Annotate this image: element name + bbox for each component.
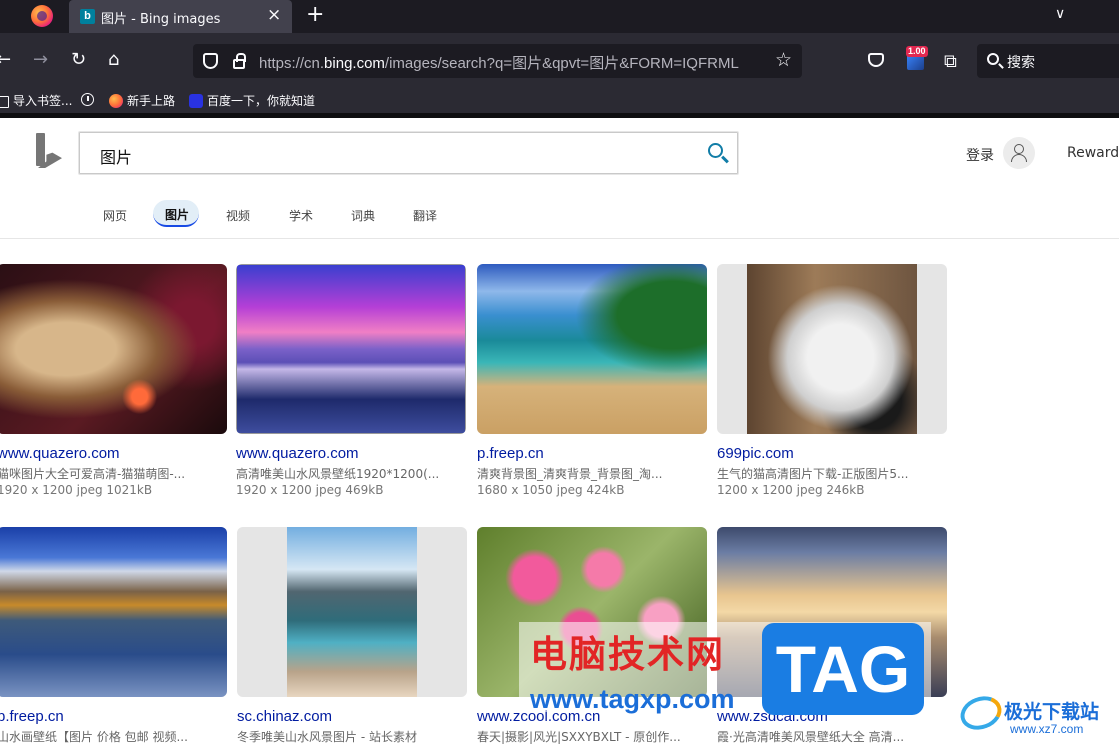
import-icon [0, 96, 9, 108]
result-desc[interactable]: 冬季唯美山水风景图片 - 站长素材 [237, 728, 467, 745]
result-desc[interactable]: 山水画壁纸【图片 价格 包邮 视频... [0, 728, 227, 745]
result-thumbnail[interactable] [237, 527, 467, 697]
new-tab-icon[interactable]: + [306, 2, 324, 28]
search-placeholder: 搜索 [1007, 55, 1035, 71]
tab-title: 图片 - Bing images [101, 12, 221, 27]
extension-badge: 1.00 [906, 46, 928, 57]
watermark-xz7-text: 极光下载站 [1004, 701, 1100, 723]
result-site[interactable]: p.freep.cn [477, 445, 544, 462]
tracking-shield-icon[interactable] [203, 53, 218, 69]
result-thumbnail[interactable] [0, 527, 227, 697]
scope-web[interactable]: 网页 [103, 207, 127, 224]
browser-search-input[interactable]: 搜索 [977, 44, 1119, 78]
reload-icon[interactable]: ↻ [71, 50, 86, 70]
bookmark-recent[interactable] [81, 92, 98, 106]
bookmark-import[interactable]: 导入书签... [0, 92, 72, 109]
watermark-url: www.tagxp.com [530, 684, 735, 714]
result-thumbnail[interactable] [477, 264, 707, 434]
url-text[interactable]: https://cn.bing.com/images/search?q=图片&q… [259, 52, 739, 73]
scope-translate[interactable]: 翻译 [413, 207, 437, 224]
avatar[interactable] [1003, 137, 1035, 169]
extensions-puzzle-icon[interactable]: ⧉ [944, 51, 957, 72]
result-site[interactable]: www.quazero.com [236, 445, 359, 462]
star-icon[interactable]: ☆ [775, 49, 792, 71]
result-thumbnail[interactable] [717, 264, 947, 434]
tab-close-icon[interactable]: × [267, 5, 281, 25]
result-site[interactable]: www.quazero.com [0, 445, 120, 462]
scope-video[interactable]: 视频 [226, 207, 250, 224]
bing-favicon-icon: b [80, 9, 95, 24]
clock-icon [81, 93, 94, 106]
bing-logo-icon[interactable] [36, 133, 64, 171]
result-thumbnail[interactable] [236, 264, 466, 434]
query-text: 图片 [100, 148, 133, 167]
query-input[interactable]: 图片 [79, 132, 738, 174]
result-site[interactable]: p.freep.cn [0, 708, 64, 725]
tab-bar: b 图片 - Bing images × + ∨ [0, 0, 1119, 33]
home-icon[interactable]: ⌂ [108, 50, 119, 70]
firefox-small-icon [109, 94, 123, 108]
result-desc[interactable]: 猫咪图片大全可爱高清-猫猫萌图-... [0, 465, 227, 482]
result-desc[interactable]: 清爽背景图_清爽背景_背景图_淘... [477, 465, 707, 482]
result-site[interactable]: 699pic.com [717, 445, 794, 462]
tab-bing-images[interactable]: b 图片 - Bing images × [69, 0, 292, 33]
back-arrow-icon[interactable]: ← [0, 50, 11, 70]
result-desc[interactable]: 霞·光高清唯美风景壁纸大全 高清... [717, 728, 947, 745]
header-divider [0, 238, 1119, 239]
result-meta: 1200 x 1200 jpeg 246kB [717, 483, 865, 497]
url-bar[interactable]: https://cn.bing.com/images/search?q=图片&q… [193, 44, 802, 78]
watermark-xz7-url: www.xz7.com [1010, 722, 1084, 736]
result-meta: 1680 x 1050 jpeg 424kB [477, 483, 625, 497]
pocket-icon[interactable] [868, 53, 884, 67]
scope-images[interactable]: 图片 [153, 200, 199, 227]
scope-academic[interactable]: 学术 [289, 207, 313, 224]
result-desc[interactable]: 高清唯美山水风景壁纸1920*1200(... [236, 465, 466, 482]
lock-icon[interactable] [233, 53, 246, 69]
result-meta: 1920 x 1200 jpeg 469kB [236, 483, 384, 497]
bookmarks-toolbar: 导入书签... 新手上路 百度一下，你就知道 [0, 88, 1119, 113]
rewards-link[interactable]: Rewards [1067, 145, 1119, 161]
result-meta: 1920 x 1200 jpeg 1021kB [0, 483, 153, 497]
chevron-down-icon[interactable]: ∨ [1055, 6, 1065, 22]
scope-dictionary[interactable]: 词典 [351, 207, 375, 224]
login-link[interactable]: 登录 [966, 145, 994, 165]
result-thumbnail[interactable] [0, 264, 227, 434]
search-icon[interactable] [708, 143, 723, 158]
baidu-icon [189, 94, 203, 108]
result-desc[interactable]: 春天|摄影|风光|SXXYBXLT - 原创作... [477, 728, 707, 745]
firefox-icon[interactable] [31, 5, 53, 27]
watermark-tag-logo: TAG [762, 623, 924, 715]
bookmark-baidu[interactable]: 百度一下，你就知道 [189, 92, 315, 109]
watermark-text: 电脑技术网 [530, 633, 725, 676]
forward-arrow-icon[interactable]: → [33, 50, 48, 70]
bookmark-getting-started[interactable]: 新手上路 [109, 92, 175, 109]
result-desc[interactable]: 生气的猫高清图片下载-正版图片5... [717, 465, 947, 482]
search-icon [987, 53, 999, 65]
navigation-bar: ← → ↻ ⌂ https://cn.bing.com/images/searc… [0, 33, 1119, 88]
result-site[interactable]: sc.chinaz.com [237, 708, 332, 725]
